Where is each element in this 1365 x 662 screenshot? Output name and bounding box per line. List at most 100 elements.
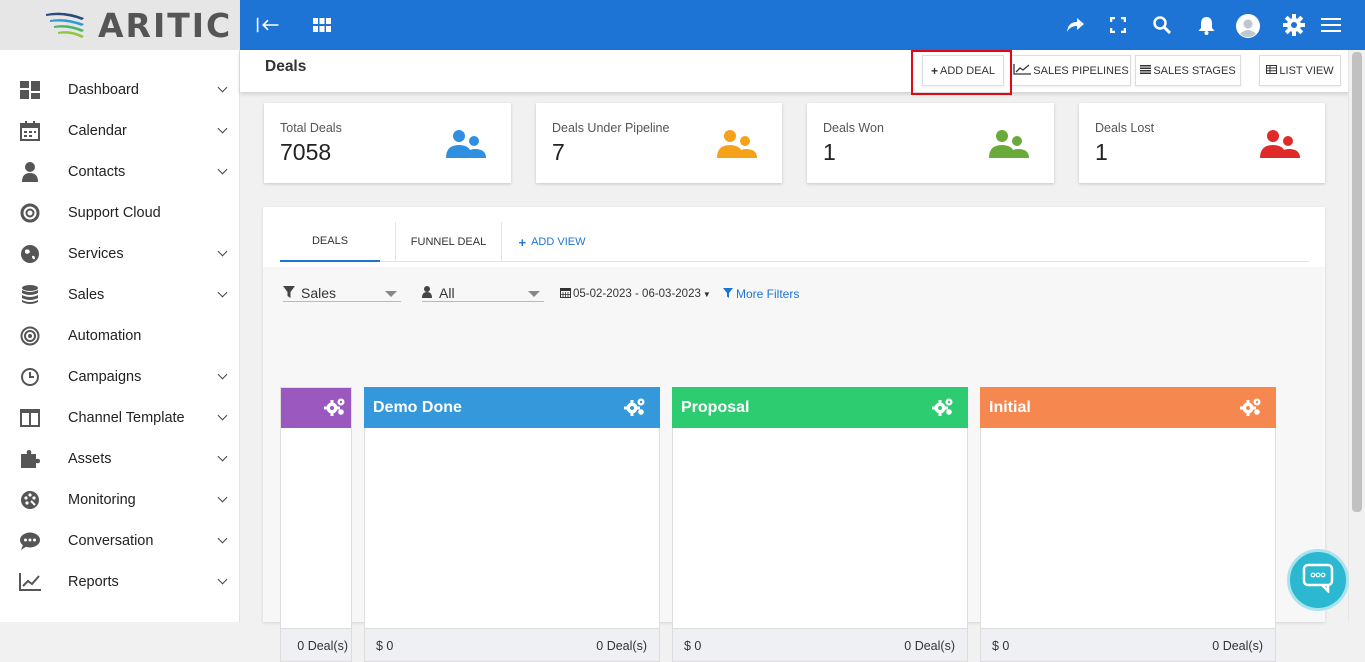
table-icon [1266,64,1278,77]
stat-label: Total Deals [280,121,342,135]
list-view-button[interactable]: LIST VIEW [1259,55,1341,86]
pipeline-select[interactable]: Sales [283,285,401,302]
chevron-down-icon [217,451,228,462]
settings-gear-icon[interactable] [1282,13,1306,37]
users-icon [1259,129,1301,164]
hamburger-menu-icon[interactable] [1319,13,1343,37]
stage-deal-count: 0 Deal(s) [596,639,647,653]
page-header: Deals + ADD DEAL SALES PIPELINES SALES S… [240,50,1365,92]
board-area: Sales All 05-02-2023 - 06-03-2023 ▼ More… [263,267,1325,662]
collapse-sidebar-icon[interactable] [256,13,280,37]
settings-gears-icon[interactable] [932,397,954,422]
chevron-down-icon [217,369,228,380]
sidebar-item-conversation[interactable]: Conversation [0,520,239,561]
share-icon[interactable] [1063,13,1087,37]
sidebar-item-services[interactable]: Services [0,233,239,274]
sidebar-item-label: Contacts [68,163,126,180]
stage-column-proposal: Proposal $ 0 0 Deal(s) [672,387,968,662]
clock-icon [19,366,41,388]
stage-column-demo-done: Demo Done $ 0 0 Deal(s) [364,387,660,662]
user-icon [422,285,432,301]
scrollbar[interactable] [1348,50,1365,622]
calendar-icon [560,287,571,301]
filter-icon [723,287,733,301]
columns-icon [19,407,41,429]
stage-name: Initial [989,398,1031,416]
sidebar-item-assets[interactable]: Assets [0,438,239,479]
sidebar-item-channel-template[interactable]: Channel Template [0,397,239,438]
sidebar-item-label: Support Cloud [68,204,161,221]
add-view-button[interactable]: + ADD VIEW [516,222,588,262]
chevron-down-icon [217,164,228,175]
settings-gears-icon[interactable] [1240,397,1262,422]
date-range-value: 05-02-2023 - 06-03-2023 [573,288,701,300]
user-icon [19,161,41,183]
chevron-down-icon [217,533,228,544]
more-filters-label: More Filters [736,287,800,301]
sidebar-item-monitoring[interactable]: Monitoring [0,479,239,520]
stat-card-deals-lost: Deals Lost 1 [1079,103,1325,183]
database-icon [19,284,41,306]
sales-stages-label: SALES STAGES [1153,64,1236,77]
sidebar-item-dashboard[interactable]: Dashboard [0,69,239,110]
stat-card-total-deals: Total Deals 7058 [264,103,511,183]
sidebar-item-label: Automation [68,327,142,344]
logo[interactable]: ARITIC [0,0,239,50]
sales-pipelines-button[interactable]: SALES PIPELINES [1011,55,1131,86]
tab-bar: DEALS FUNNEL DEAL + ADD VIEW [280,222,1309,262]
chevron-down-icon [217,410,228,421]
chat-widget-button[interactable] [1287,549,1349,611]
sidebar-item-calendar[interactable]: Calendar [0,110,239,151]
page-title: Deals [265,58,307,75]
stage-footer: $ 0 0 Deal(s) [981,628,1275,661]
stage-amount: $ 0 [992,639,1010,653]
chevron-down-icon [217,574,228,585]
settings-gears-icon[interactable] [624,397,646,422]
sidebar-item-label: Conversation [68,532,154,549]
date-range-picker[interactable]: 05-02-2023 - 06-03-2023 ▼ [560,287,711,301]
chat-icon [19,530,41,552]
deals-panel: DEALS FUNNEL DEAL + ADD VIEW Sales All 0… [263,207,1325,662]
sales-stages-button[interactable]: SALES STAGES [1135,55,1241,86]
stat-value: 1 [1095,139,1108,165]
users-icon [716,129,758,164]
sidebar-item-support-cloud[interactable]: Support Cloud [0,192,239,233]
fullscreen-icon[interactable] [1106,13,1130,37]
pipeline-select-value: Sales [301,285,337,301]
more-filters-link[interactable]: More Filters [723,287,799,301]
sidebar-item-label: Sales [68,286,105,303]
stage-name: Proposal [681,398,750,416]
sidebar-item-contacts[interactable]: Contacts [0,151,239,192]
stat-label: Deals Won [823,121,884,135]
apps-grid-icon[interactable] [310,13,334,37]
stage-header [281,388,351,428]
sidebar-item-label: Monitoring [68,491,136,508]
avatar[interactable] [1236,14,1260,38]
scrollbar-thumb[interactable] [1352,52,1362,512]
notification-bell-icon[interactable] [1194,13,1218,37]
sales-pipelines-label: SALES PIPELINES [1033,64,1129,77]
sidebar-item-sales[interactable]: Sales [0,274,239,315]
owner-select[interactable]: All [422,285,544,302]
search-icon[interactable] [1150,13,1174,37]
puzzle-icon [19,448,41,470]
stage-header: Proposal [672,387,968,428]
calendar-icon [19,120,41,142]
stage-footer: 0 Deal(s) [281,628,351,661]
stat-value: 1 [823,139,836,165]
settings-gears-icon[interactable] [324,397,346,422]
line-chart-icon [19,571,41,593]
tab-label: FUNNEL DEAL [410,236,487,248]
sidebar-item-automation[interactable]: Automation [0,315,239,356]
stat-value: 7 [552,139,565,165]
tab-deals[interactable]: DEALS [280,222,380,262]
chevron-down-icon [217,246,228,257]
sidebar-item-campaigns[interactable]: Campaigns [0,356,239,397]
stat-label: Deals Under Pipeline [552,121,670,135]
stage-amount: $ 0 [684,639,702,653]
stat-card-deals-under-pipeline: Deals Under Pipeline 7 [536,103,782,183]
stage-column-initial: Initial $ 0 0 Deal(s) [980,387,1276,662]
sidebar-item-label: Assets [68,450,112,467]
sidebar-item-reports[interactable]: Reports [0,561,239,602]
tab-funnel-deal[interactable]: FUNNEL DEAL [395,222,502,262]
